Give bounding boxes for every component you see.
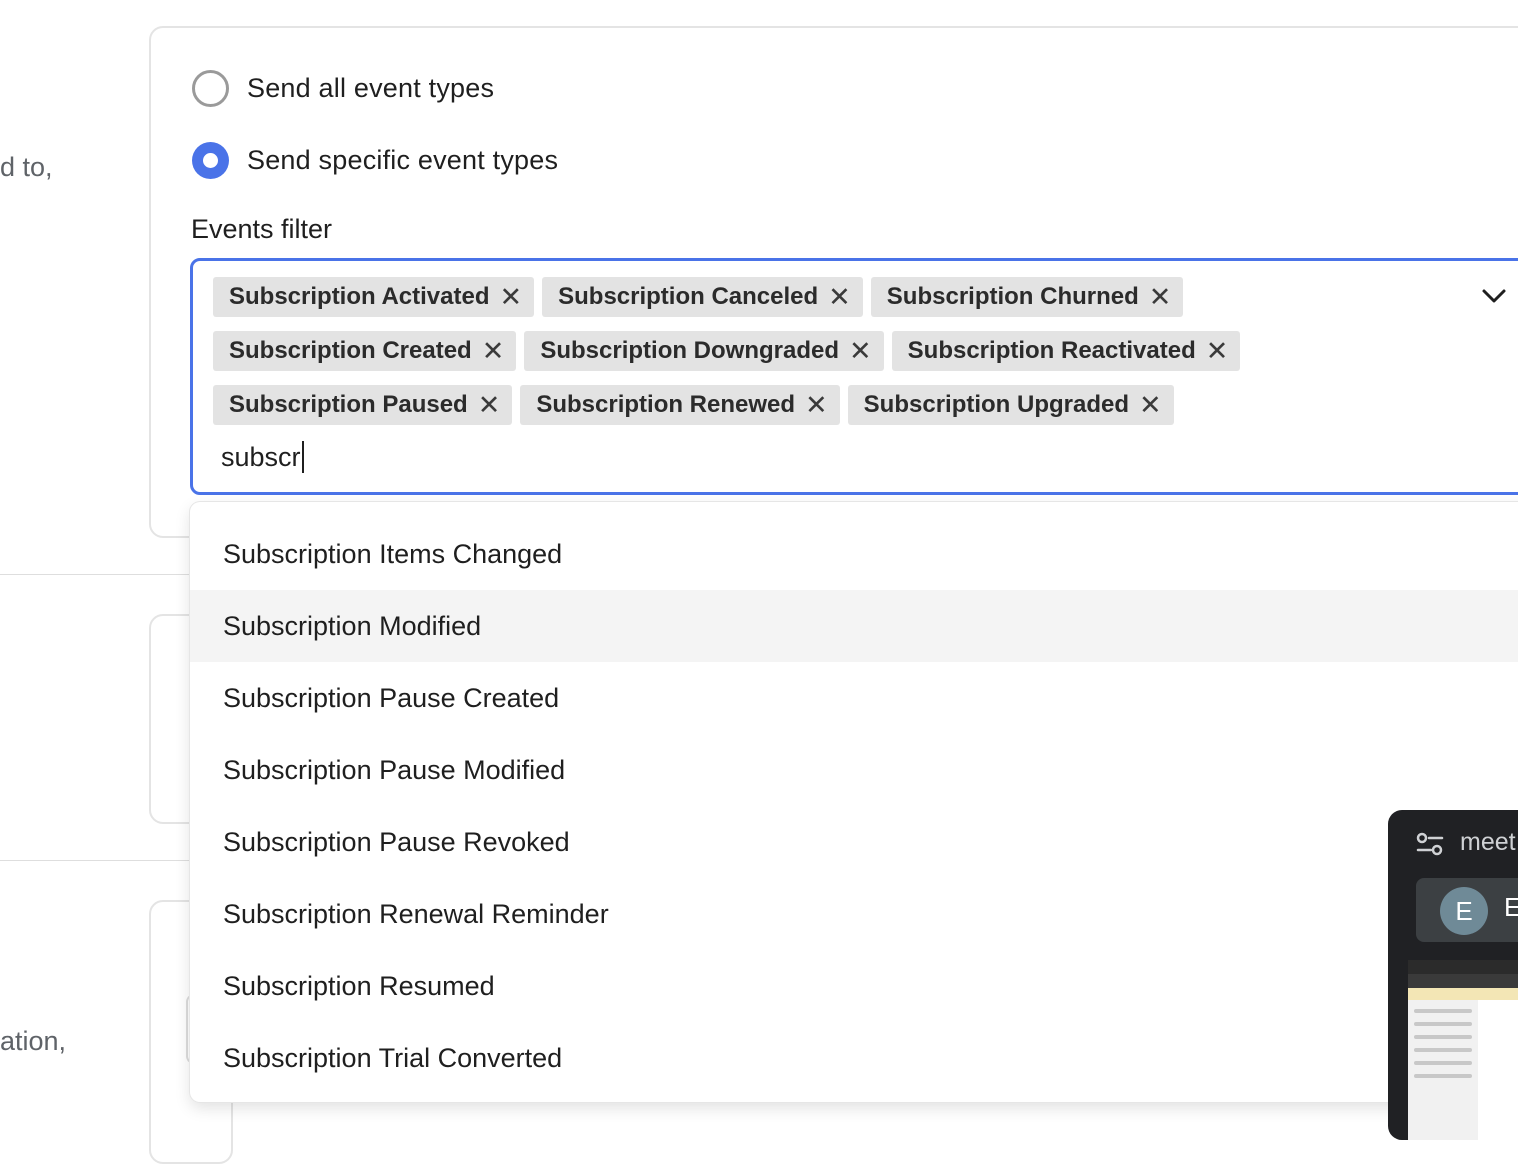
meet-title: meet — [1460, 828, 1516, 856]
event-chip: Subscription Paused ✕ — [213, 385, 513, 425]
dropdown-option[interactable]: Subscription Renewal Reminder — [190, 878, 1518, 950]
event-chip: Subscription Activated ✕ — [213, 277, 535, 317]
screen-share-thumbnail — [1408, 960, 1518, 1140]
chevron-down-icon[interactable] — [1481, 287, 1507, 305]
dropdown-option[interactable]: Subscription Pause Revoked — [190, 806, 1518, 878]
event-chip: Subscription Renewed ✕ — [520, 385, 840, 425]
participant-bar[interactable]: E E — [1416, 878, 1518, 942]
remove-chip-icon[interactable]: ✕ — [828, 283, 851, 311]
event-chip: Subscription Downgraded ✕ — [524, 331, 884, 371]
remove-chip-icon[interactable]: ✕ — [849, 337, 872, 365]
search-text: subscr — [221, 441, 301, 472]
radio-label: Send specific event types — [247, 145, 559, 175]
avatar: E — [1440, 887, 1488, 935]
participant-name: E — [1504, 892, 1518, 922]
remove-chip-icon[interactable]: ✕ — [1149, 283, 1172, 311]
chip-row: Subscription Paused ✕ Subscription Renewe… — [213, 385, 1174, 425]
radio-unselected-icon[interactable] — [192, 70, 229, 107]
remove-chip-icon[interactable]: ✕ — [499, 283, 522, 311]
event-chip: Subscription Upgraded ✕ — [847, 385, 1174, 425]
text-caret — [301, 441, 304, 473]
radio-send-all-events[interactable]: Send all event types — [192, 70, 494, 107]
events-search-input[interactable]: subscr — [221, 441, 304, 473]
event-chip: Subscription Canceled ✕ — [542, 277, 863, 317]
dropdown-option[interactable]: Subscription Pause Modified — [190, 734, 1518, 806]
dropdown-option[interactable]: Subscription Pause Created — [190, 662, 1518, 734]
radio-label: Send all event types — [247, 73, 495, 103]
section-description-fragment: ation, — [0, 1026, 67, 1056]
dropdown-option-highlighted[interactable]: Subscription Modified — [190, 590, 1518, 662]
event-chip: Subscription Reactivated ✕ — [891, 331, 1241, 371]
remove-chip-icon[interactable]: ✕ — [482, 337, 505, 365]
chip-row: Subscription Activated ✕ Subscription Can… — [213, 277, 1184, 317]
remove-chip-icon[interactable]: ✕ — [478, 391, 501, 419]
dropdown-option[interactable]: Subscription Resumed — [190, 950, 1518, 1022]
meet-overlay-window[interactable]: meet E E — [1388, 810, 1518, 1140]
events-dropdown-list: Subscription Items Changed Subscription … — [190, 502, 1518, 1102]
dropdown-option[interactable]: Subscription Trial Converted — [190, 1022, 1518, 1094]
section-description-fragment: d to, — [0, 152, 53, 182]
remove-chip-icon[interactable]: ✕ — [1206, 337, 1229, 365]
remove-chip-icon[interactable]: ✕ — [805, 391, 828, 419]
section-divider — [0, 860, 200, 861]
section-divider — [0, 574, 200, 575]
controls-icon[interactable] — [1416, 832, 1444, 856]
chip-row: Subscription Created ✕ Subscription Downg… — [213, 331, 1241, 371]
dropdown-option[interactable]: Subscription Items Changed — [190, 518, 1518, 590]
radio-send-specific-events[interactable]: Send specific event types — [192, 142, 558, 179]
radio-selected-icon[interactable] — [192, 142, 229, 179]
remove-chip-icon[interactable]: ✕ — [1139, 391, 1162, 419]
events-filter-multiselect[interactable]: Subscription Activated ✕ Subscription Can… — [190, 258, 1518, 495]
events-filter-label: Events filter — [191, 214, 333, 244]
event-chip: Subscription Churned ✕ — [870, 277, 1184, 317]
event-chip: Subscription Created ✕ — [213, 331, 517, 371]
